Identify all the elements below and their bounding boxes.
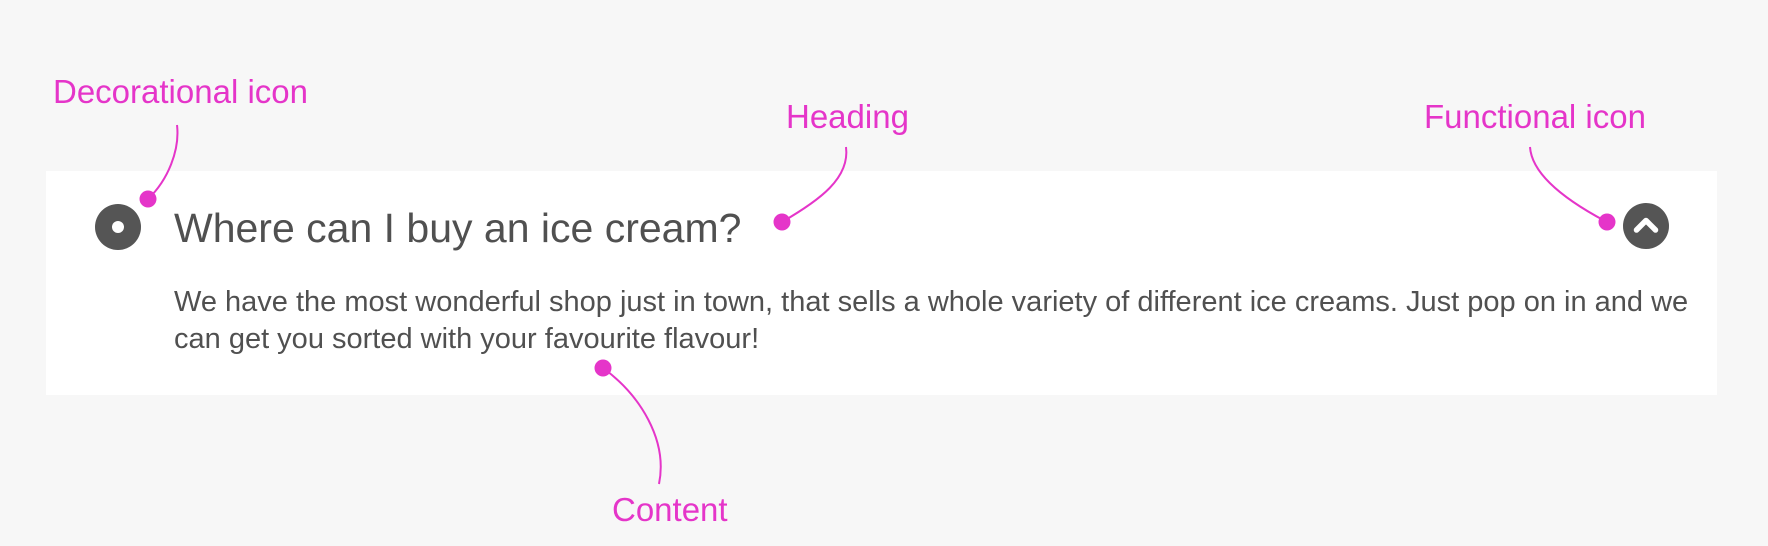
annotation-label-functional-icon: Functional icon [1424,98,1646,135]
icon-center-dot [112,221,124,233]
annotation-label-decorational-icon: Decorational icon [53,73,308,110]
accordion-item: Where can I buy an ice cream? We have th… [46,171,1717,395]
chevron-up-icon[interactable] [1623,203,1669,249]
accordion-content: We have the most wonderful shop just in … [174,286,1689,355]
chevron-up-glyph [1633,217,1659,233]
circle-dot-icon [95,204,141,250]
annotation-label-heading: Heading [786,98,909,135]
annotation-label-content: Content [612,491,728,528]
accordion-heading[interactable]: Where can I buy an ice cream? [174,204,741,252]
